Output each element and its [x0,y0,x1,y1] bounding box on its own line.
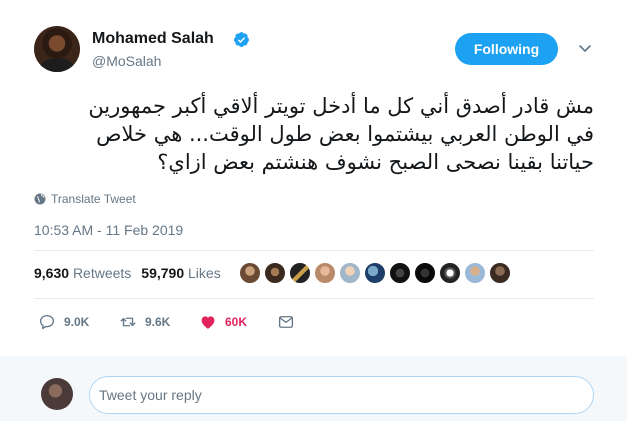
globe-icon [34,193,46,205]
reply-button[interactable]: 9.0K [38,313,119,331]
liker-avatar[interactable] [464,262,486,284]
envelope-icon [278,316,294,328]
retweet-icon [120,317,136,327]
divider [34,250,594,251]
liker-avatar[interactable] [239,262,261,284]
heart-icon [201,316,215,329]
retweet-button[interactable]: 9.6K [119,313,199,331]
current-user-avatar[interactable] [41,378,73,410]
translate-tweet-link[interactable]: Translate Tweet [34,192,136,206]
verified-badge-icon [234,32,249,47]
retweets-label: Retweets [72,265,132,281]
reply-input[interactable] [89,376,594,414]
likers-avatars [239,262,511,284]
tweet-stats: 9,630 Retweets 59,790 Likes [34,265,221,281]
tweet-text-line: مش قادر أصدق أني كل ما أدخل تويتر ألاقي … [88,94,594,118]
tweet-detail: Mohamed Salah @MoSalah Following مش قادر… [0,0,627,421]
translate-label: Translate Tweet [51,192,136,206]
reply-icon [39,314,55,330]
liker-avatar[interactable] [489,262,511,284]
like-button[interactable]: 60K [199,313,277,331]
like-count: 60K [225,315,248,329]
tweet-text-line: حياتنا بقينا نصحى الصبح نشوف هنشتم بعض ا… [157,150,594,174]
author-avatar[interactable] [34,26,80,72]
liker-avatar[interactable] [439,262,461,284]
liker-avatar[interactable] [314,262,336,284]
liker-avatar[interactable] [414,262,436,284]
direct-message-button[interactable] [277,313,295,331]
likes-stat[interactable]: 59,790 Likes [141,265,220,281]
liker-avatar[interactable] [389,262,411,284]
liker-avatar[interactable] [364,262,386,284]
liker-avatar[interactable] [289,262,311,284]
retweets-stat[interactable]: 9,630 Retweets [34,265,131,281]
author-name[interactable]: Mohamed Salah [92,30,214,48]
retweet-count: 9.6K [145,315,171,329]
tweet-timestamp[interactable]: 10:53 AM - 11 Feb 2019 [34,222,183,238]
tweet-actions: 9.0K 9.6K 60K [38,313,295,331]
tweet-text-line: في الوطن العربي بيشتموا بعض طول الوقت...… [96,122,594,146]
likes-label: Likes [188,265,221,281]
retweets-count: 9,630 [34,265,70,281]
following-button[interactable]: Following [455,33,558,65]
reply-count: 9.0K [64,315,90,329]
chevron-down-icon[interactable] [577,40,593,56]
liker-avatar[interactable] [264,262,286,284]
author-handle[interactable]: @MoSalah [92,53,161,69]
liker-avatar[interactable] [339,262,361,284]
tweet-text: مش قادر أصدق أني كل ما أدخل تويتر ألاقي … [30,92,594,176]
likes-count: 59,790 [141,265,185,281]
divider [34,298,594,299]
